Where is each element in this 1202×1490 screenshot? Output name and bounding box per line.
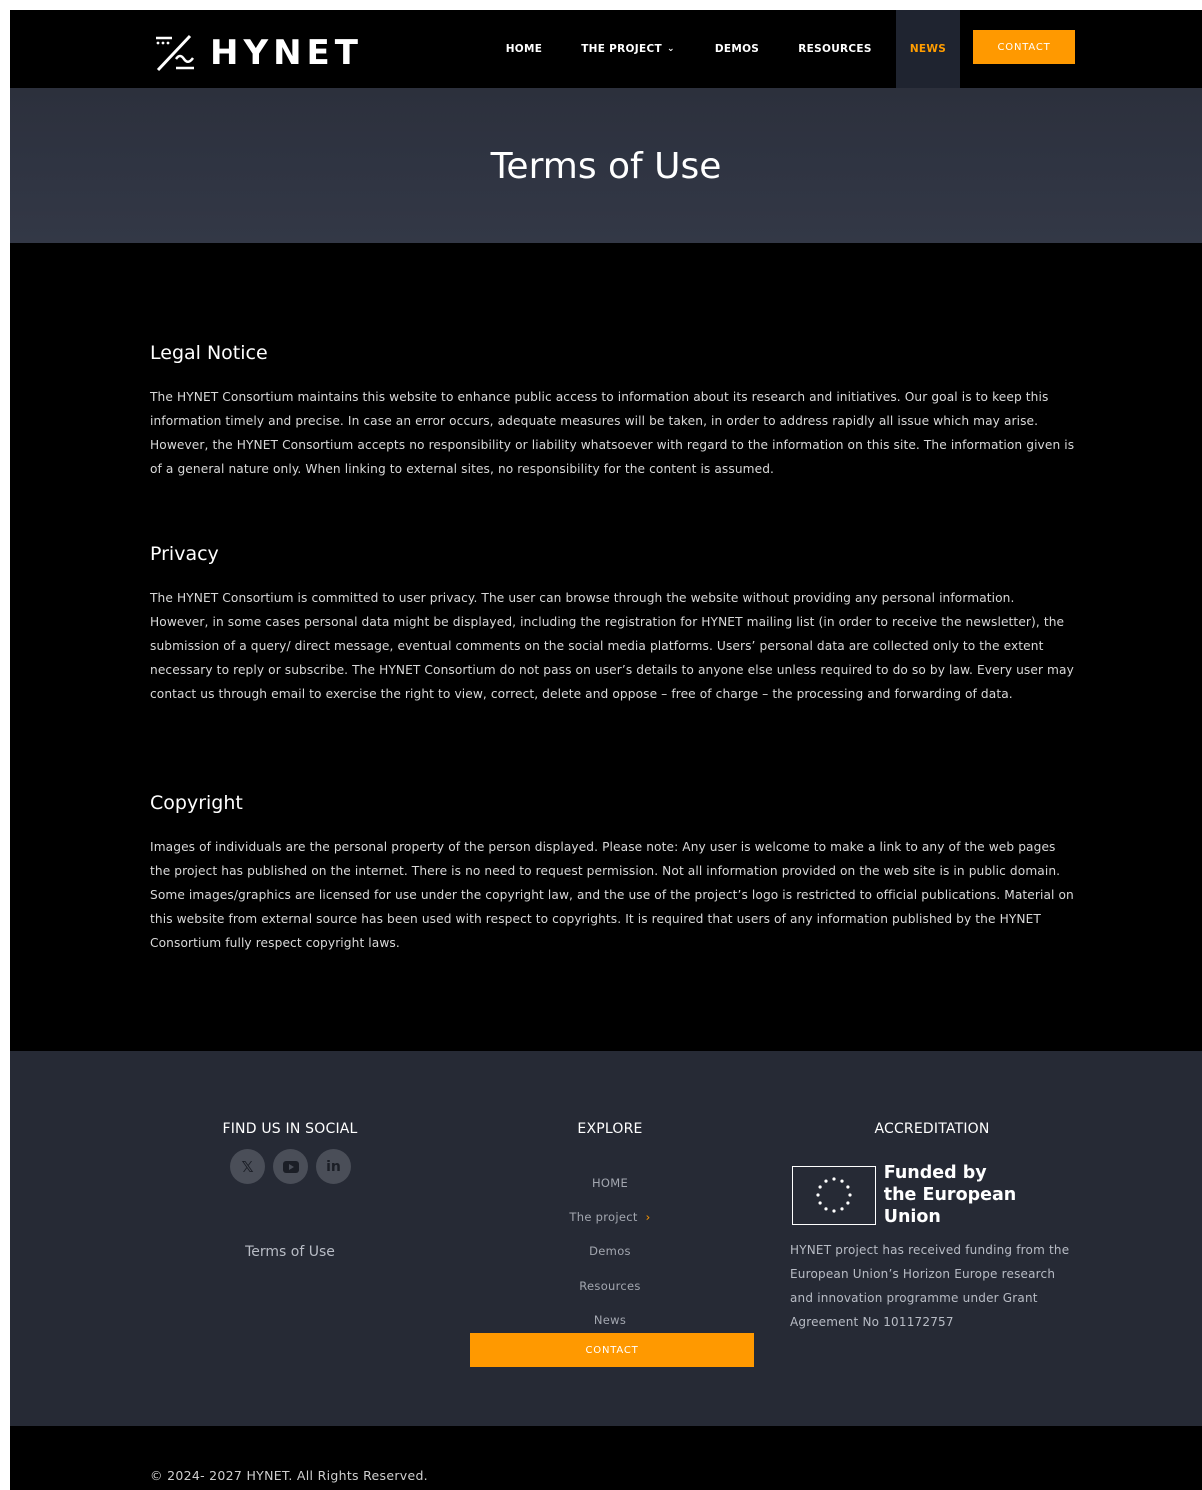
logo[interactable]: HYNET [154, 32, 363, 74]
footer-link-resources[interactable]: Resources [510, 1279, 710, 1293]
section-body: Images of individuals are the personal p… [150, 840, 1074, 950]
section-legal-notice: Legal Notice The HYNET Consortium mainta… [150, 342, 1075, 481]
terms-of-use-link[interactable]: Terms of Use [190, 1244, 390, 1260]
eu-stars [816, 1177, 852, 1213]
nav-home[interactable]: HOME [494, 10, 554, 88]
section-body: The HYNET Consortium is committed to use… [150, 591, 1074, 701]
section-privacy: Privacy The HYNET Consortium is committe… [150, 543, 1075, 706]
youtube-glyph [282, 1160, 299, 1173]
footer-link-news[interactable]: News [510, 1313, 710, 1327]
bottom-bar: © 2024- 2027 HYNET. All Rights Reserved. [10, 1426, 1202, 1490]
eu-funding-badge: Funded by the European Union [792, 1163, 1072, 1227]
nav-resources[interactable]: RESOURCES [793, 10, 877, 88]
section-body: The HYNET Consortium maintains this webs… [150, 390, 1075, 476]
chevron-down-icon: ⌄ [666, 44, 675, 54]
page: HYNET HOME THE PROJECT ⌄ DEMOS RESOURCES … [10, 10, 1202, 1490]
youtube-icon[interactable] [273, 1149, 308, 1184]
page-title: Terms of Use [490, 146, 722, 187]
footer-link-the-project[interactable]: The project › [510, 1210, 710, 1224]
footer-contact-button[interactable]: CONTACT [470, 1333, 754, 1367]
section-copyright: Copyright Images of individuals are the … [150, 792, 1075, 955]
site-header: HYNET HOME THE PROJECT ⌄ DEMOS RESOURCES … [10, 10, 1202, 88]
nav-news[interactable]: NEWS [896, 10, 960, 88]
eu-flag-icon [792, 1165, 876, 1225]
site-footer: FIND US IN SOCIAL 𝕏 in Terms of Use EXPL… [10, 1051, 1202, 1426]
section-heading: Legal Notice [150, 342, 268, 364]
linkedin-icon[interactable]: in [316, 1149, 351, 1184]
nav-demos[interactable]: DEMOS [707, 10, 767, 88]
nav-the-project[interactable]: THE PROJECT ⌄ [575, 10, 681, 88]
footer-accreditation-title: ACCREDITATION [874, 1121, 990, 1137]
section-heading: Privacy [150, 543, 219, 565]
funding-description: HYNET project has received funding from … [790, 1243, 1070, 1329]
eu-funding-text: Funded by the European Union [883, 1163, 1017, 1227]
section-heading: Copyright [150, 792, 243, 814]
logo-text: HYNET [210, 33, 363, 73]
footer-social-title: FIND US IN SOCIAL [222, 1121, 358, 1137]
footer-link-demos[interactable]: Demos [510, 1244, 710, 1258]
nav-contact-button[interactable]: CONTACT [973, 30, 1075, 64]
copyright-text: © 2024- 2027 HYNET. All Rights Reserved. [150, 1468, 428, 1483]
x-icon[interactable]: 𝕏 [230, 1149, 265, 1184]
social-links: 𝕏 in [230, 1149, 351, 1184]
footer-link-home[interactable]: HOME [510, 1176, 710, 1190]
hynet-logo-icon [156, 34, 195, 72]
chevron-right-icon: › [645, 1210, 651, 1224]
page-hero: Terms of Use [10, 88, 1202, 243]
footer-explore-title: EXPLORE [577, 1121, 643, 1137]
